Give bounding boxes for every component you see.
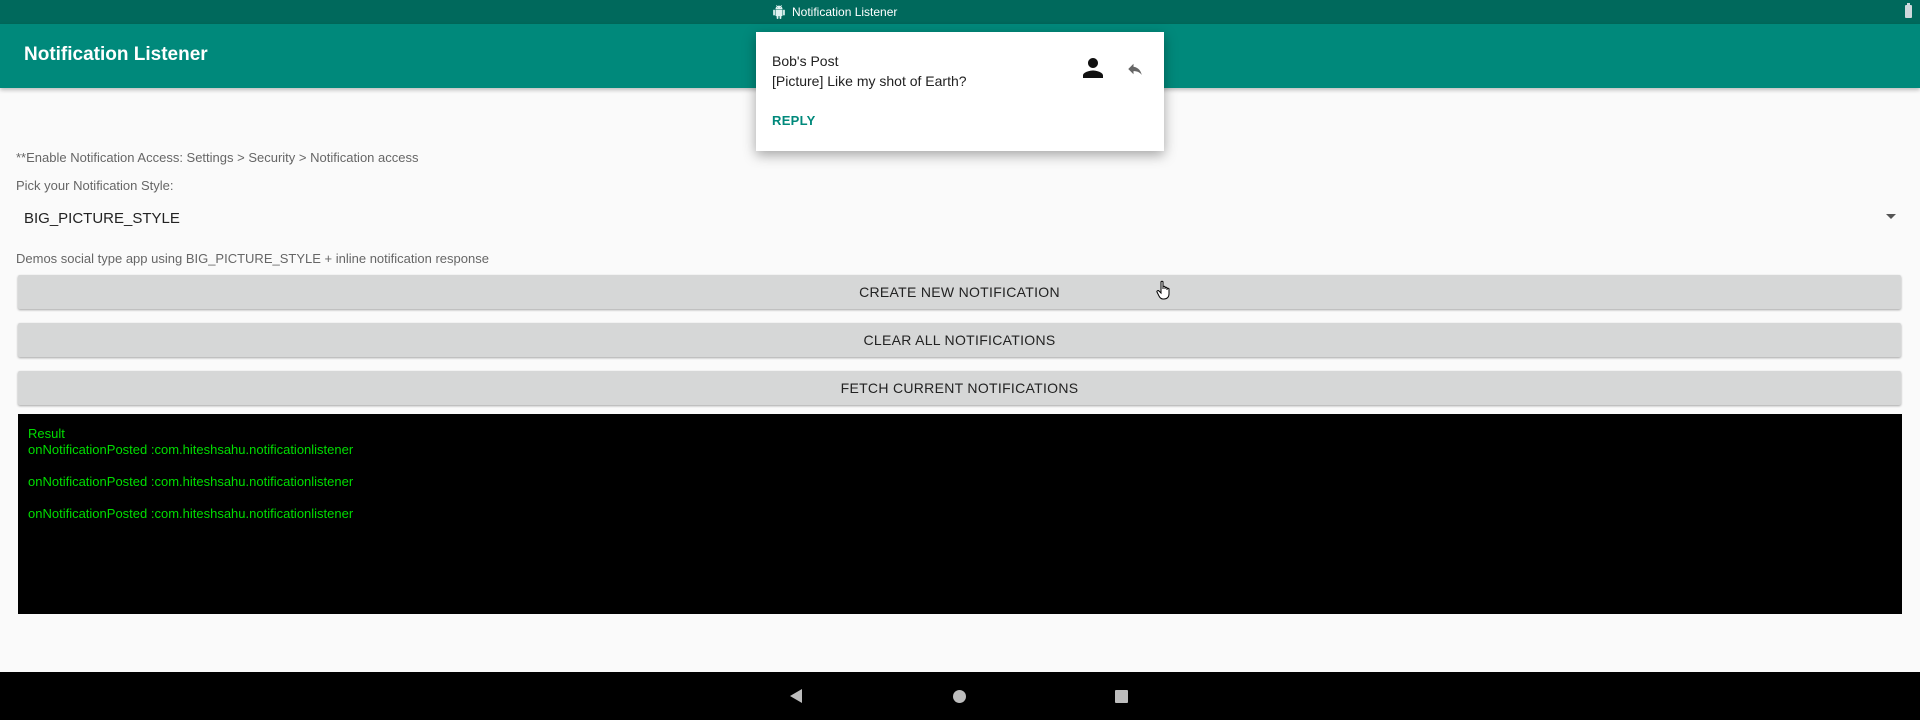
result-line: onNotificationPosted :com.hiteshsahu.not…	[28, 474, 354, 489]
hand-cursor-icon	[1156, 280, 1170, 300]
reply-icon[interactable]	[1126, 60, 1144, 78]
dropdown-arrow-icon	[1886, 214, 1896, 219]
status-bar-title-group: Notification Listener	[772, 3, 897, 21]
clear-notifications-button[interactable]: CLEAR ALL NOTIFICATIONS	[18, 323, 1901, 357]
navigation-bar	[0, 672, 1920, 720]
result-line: onNotificationPosted :com.hiteshsahu.not…	[28, 442, 354, 457]
status-bar-title: Notification Listener	[792, 5, 898, 19]
main-content: **Enable Notification Access: Settings >…	[0, 88, 1920, 672]
android-icon	[773, 5, 785, 19]
back-icon[interactable]	[790, 689, 802, 703]
notification-title: Bob's Post	[772, 53, 839, 69]
heads-up-notification[interactable]: Bob's Post [Picture] Like my shot of Ear…	[756, 32, 1164, 151]
page-title: Notification Listener	[24, 44, 208, 65]
style-description: Demos social type app using BIG_PICTURE_…	[16, 251, 489, 266]
result-line: onNotificationPosted :com.hiteshsahu.not…	[28, 506, 354, 521]
battery-icon	[1905, 3, 1912, 18]
notification-style-value: BIG_PICTURE_STYLE	[24, 210, 180, 227]
status-bar: Notification Listener	[0, 0, 1920, 24]
recents-icon[interactable]	[1115, 690, 1128, 703]
person-icon	[1083, 58, 1103, 78]
notification-access-hint: **Enable Notification Access: Settings >…	[16, 150, 419, 165]
notification-text: [Picture] Like my shot of Earth?	[772, 73, 967, 89]
create-notification-button[interactable]: CREATE NEW NOTIFICATION	[18, 275, 1901, 309]
result-title: Result	[28, 426, 65, 441]
home-icon[interactable]	[953, 690, 966, 703]
result-panel: Result onNotificationPosted :com.hiteshs…	[18, 414, 1902, 614]
notification-reply-action[interactable]: REPLY	[772, 113, 816, 128]
style-picker-label: Pick your Notification Style:	[16, 178, 174, 193]
fetch-notifications-button[interactable]: FETCH CURRENT NOTIFICATIONS	[18, 371, 1901, 405]
notification-style-select[interactable]: BIG_PICTURE_STYLE	[16, 200, 1896, 236]
